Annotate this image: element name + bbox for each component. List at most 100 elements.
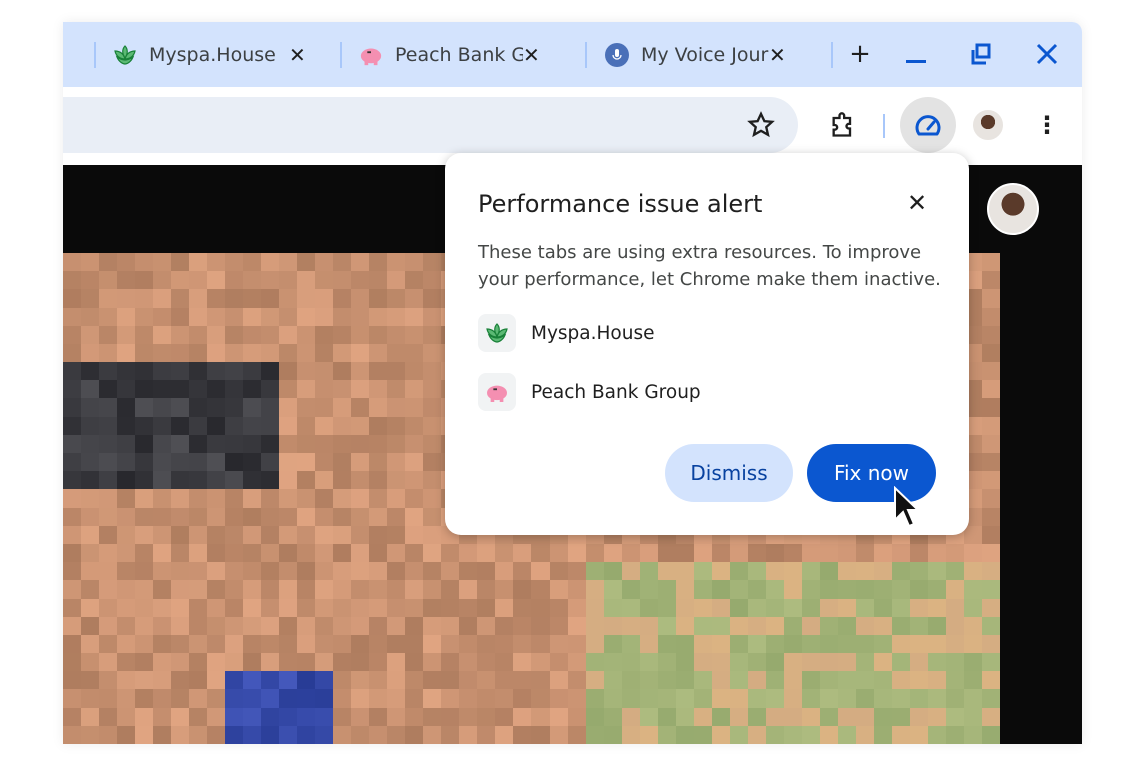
pixel-block [153,471,172,490]
pixel-block [657,671,676,690]
puzzle-icon [832,112,852,137]
pixel-block [369,398,388,417]
tab-close-icon[interactable]: ✕ [523,43,540,67]
pixel-block [405,416,424,435]
pixel-block [891,616,910,635]
pixel-block [261,416,280,435]
pixel-block [153,289,172,308]
pixel-block [315,653,334,672]
pixel-block [819,562,838,581]
pixel-block [99,416,118,435]
pixel-block [981,725,1000,744]
pixel-block [63,671,82,690]
pixel-block [333,598,352,617]
pixel-block [297,562,316,581]
close-icon[interactable]: ✕ [907,189,927,217]
pixel-block [927,616,946,635]
pixel-block [423,671,442,690]
pixel-block [315,598,334,617]
pixel-block [855,598,874,617]
pixel-block [675,707,694,726]
pixel-block [459,671,478,690]
pixel-block [639,653,658,672]
pixel-block [153,598,172,617]
pixel-block [423,507,442,526]
pixel-block [657,653,676,672]
pixel-block [981,653,1000,672]
pixel-block [81,362,100,381]
pixel-block [81,616,100,635]
pixel-block [351,634,370,654]
pixel-block [171,289,190,308]
pixel-block [153,707,172,726]
pixel-block [423,653,442,672]
pixel-block [243,434,262,454]
tab-close-icon[interactable]: ✕ [769,43,786,67]
pixel-block [387,398,406,417]
pixel-block [945,671,964,690]
pixel-block [657,689,676,708]
profile-avatar[interactable] [971,108,1005,142]
pixel-block [783,616,802,635]
pixel-block [945,598,964,617]
pixel-block [207,271,226,290]
pixel-block [261,616,280,635]
tab-title: Myspa.House [149,43,276,66]
pixel-block [513,653,532,672]
pixel-block [99,634,118,654]
pixel-block [801,725,820,744]
pixel-block [153,271,172,290]
pixel-block [279,471,298,490]
pixel-block [387,671,406,690]
pixel-block [369,616,388,635]
pixel-block [423,525,442,544]
dismiss-button[interactable]: Dismiss [665,444,793,502]
menu-button[interactable]: ⋮ [1025,103,1069,147]
address-bar[interactable] [63,97,798,153]
extensions-button[interactable] [821,103,865,147]
pixel-block [459,562,478,581]
pixel-block [549,707,568,726]
tab-voice-journal[interactable]: My Voice Journal ✕ [605,22,786,87]
pixel-block [189,489,208,508]
pixel-block [351,343,370,363]
pixel-block [333,689,352,708]
pixel-block [981,507,1000,526]
tab-myspa[interactable]: Myspa.House ✕ [113,22,306,87]
pixel-block [801,653,820,672]
tab-title: Peach Bank Group [395,43,523,66]
pixel-block [189,362,208,381]
tab-close-icon[interactable]: ✕ [289,43,306,67]
performance-button[interactable] [900,97,956,153]
pixel-block [225,362,244,381]
pixel-block [153,307,172,326]
pixel-block [855,543,874,563]
pixel-block [729,598,748,617]
pixel-block [315,289,334,308]
new-tab-button[interactable]: + [840,34,880,74]
pixel-block [207,325,226,344]
pixel-block [279,562,298,581]
pixel-block [225,525,244,544]
minimize-button[interactable] [896,34,936,74]
pixel-block [189,562,208,581]
pixel-block [261,380,280,399]
pixel-block [927,598,946,617]
pixel-block [387,525,406,544]
more-vert-icon: ⋮ [1035,111,1059,139]
pixel-block [513,689,532,708]
pixel-block [981,562,1000,581]
pixel-block [873,616,892,635]
pixel-block [243,380,262,399]
pixel-block [99,253,118,272]
pixel-block [207,598,226,617]
pixel-block [603,689,622,708]
pixel-block [261,598,280,617]
pixel-block [297,489,316,508]
pixel-block [369,489,388,508]
tab-peach-bank[interactable]: Peach Bank Group ✕ [359,22,540,87]
close-window-button[interactable] [1027,34,1067,74]
restore-button[interactable] [961,34,1001,74]
pixel-block [297,616,316,635]
bookmark-star-button[interactable] [739,103,783,147]
